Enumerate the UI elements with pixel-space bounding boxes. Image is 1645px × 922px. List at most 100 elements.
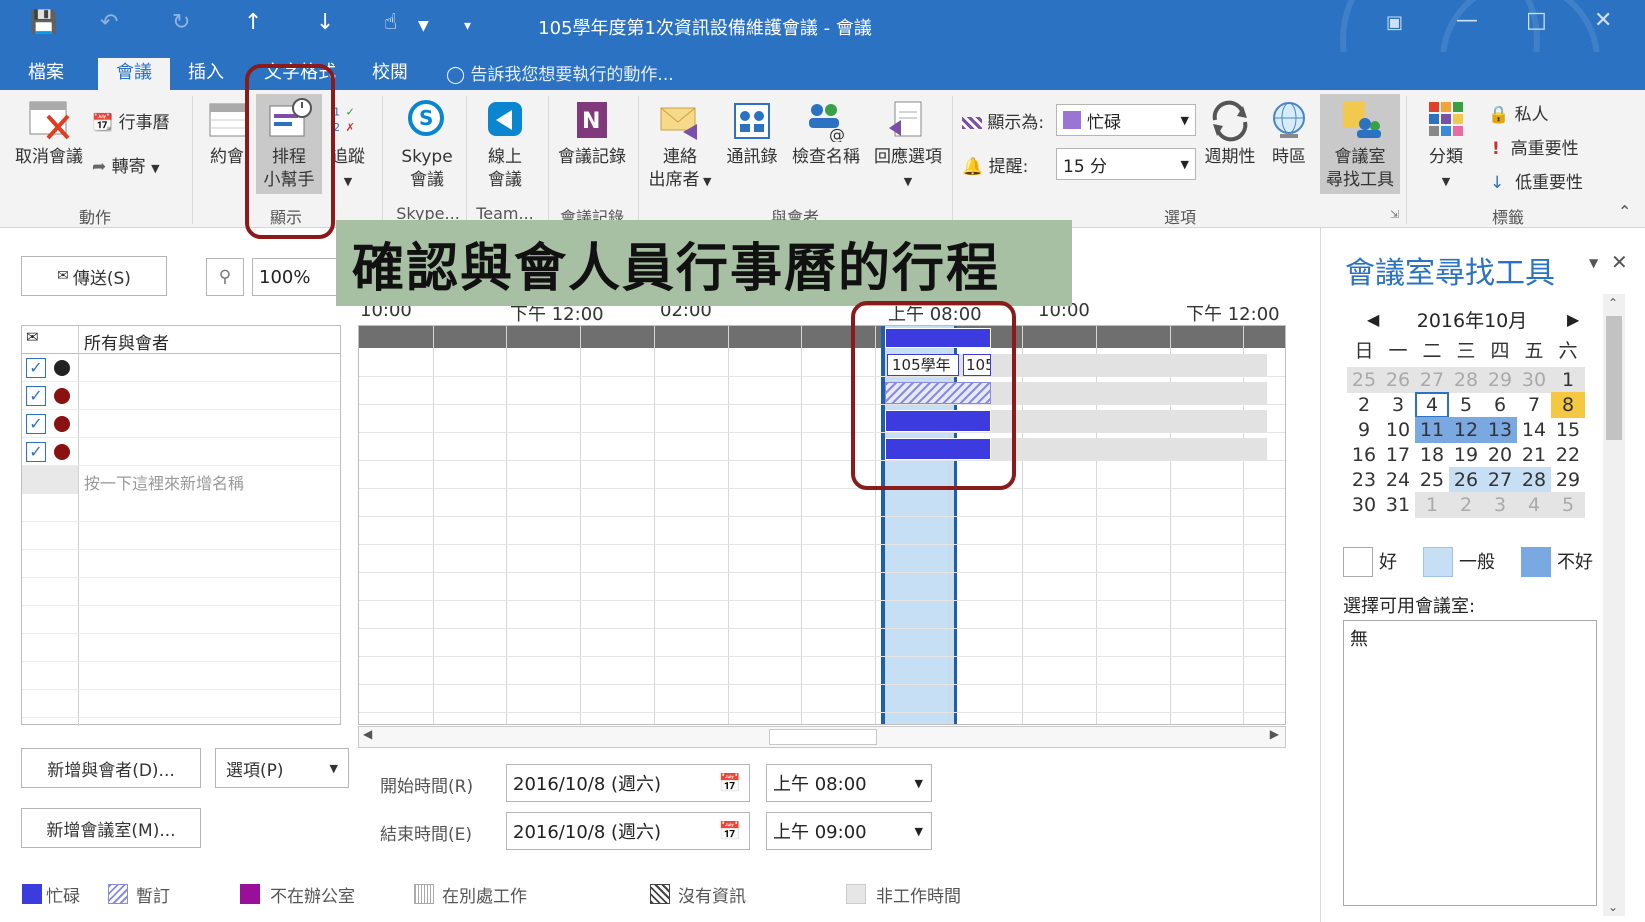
calendar-day[interactable]: 5 <box>1449 392 1483 418</box>
mail-column-icon[interactable]: ✉ <box>26 328 39 346</box>
calendar-day[interactable]: 6 <box>1483 392 1517 418</box>
recurrence-button[interactable]: 週期性 <box>1198 98 1262 169</box>
tab-meeting[interactable]: 會議 <box>98 58 170 90</box>
calendar-day[interactable]: 10 <box>1381 417 1415 443</box>
calendar-day[interactable]: 3 <box>1381 392 1415 418</box>
start-time-dropdown[interactable]: 上午 08:00 ▼ <box>766 764 932 802</box>
scroll-thumb[interactable] <box>769 729 877 745</box>
required-attendee-icon[interactable] <box>54 416 70 432</box>
timezone-button[interactable]: 時區 <box>1262 98 1316 169</box>
skype-meeting-button[interactable]: S Skype 會議 <box>392 98 462 192</box>
calendar-day[interactable]: 8 <box>1551 392 1585 418</box>
private-button[interactable]: 🔒 私人 <box>1488 100 1549 125</box>
calendar-day[interactable]: 4 <box>1517 492 1551 518</box>
add-room-button[interactable]: 新增會議室(M)... <box>21 808 201 848</box>
tab-review[interactable]: 校閱 <box>360 58 420 90</box>
calendar-day[interactable]: 23 <box>1347 467 1381 493</box>
calendar-day[interactable]: 1 <box>1551 367 1585 393</box>
tab-insert[interactable]: 插入 <box>176 58 236 90</box>
calendar-day[interactable]: 20 <box>1483 442 1517 468</box>
close-icon[interactable]: ✕ <box>1594 8 1612 33</box>
calendar-day[interactable]: 13 <box>1483 417 1517 443</box>
calendar-day[interactable]: 1 <box>1415 492 1449 518</box>
collapse-ribbon-icon[interactable]: ⌃ <box>1618 202 1631 221</box>
pane-scroll-thumb[interactable] <box>1606 316 1622 440</box>
calendar-day[interactable]: 25 <box>1347 367 1381 393</box>
calendar-day[interactable]: 2 <box>1449 492 1483 518</box>
close-pane-icon[interactable]: ✕ <box>1611 250 1628 274</box>
calendar-day[interactable]: 24 <box>1381 467 1415 493</box>
end-date-field[interactable]: 2016/10/8 (週六) 📅 <box>506 812 750 850</box>
high-importance-button[interactable]: ! 高重要性 <box>1492 134 1579 159</box>
calendar-day[interactable]: 16 <box>1347 442 1381 468</box>
attendee-checkbox[interactable]: ✓ <box>26 414 46 434</box>
pane-scrollbar[interactable]: ⌃ ⌄ <box>1603 294 1625 916</box>
maximize-icon[interactable]: □ <box>1526 8 1547 33</box>
send-button[interactable]: ✉ 傳送(S) <box>21 256 167 296</box>
scroll-up-icon[interactable]: ⌃ <box>1608 296 1618 310</box>
calendar-day[interactable]: 30 <box>1517 367 1551 393</box>
pane-menu-icon[interactable]: ▼ <box>1589 256 1598 270</box>
ribbon-display-icon[interactable]: ▣ <box>1386 12 1403 33</box>
calendar-day[interactable]: 21 <box>1517 442 1551 468</box>
calendar-day[interactable]: 7 <box>1517 392 1551 418</box>
add-name-hint[interactable]: 按一下這裡來新增名稱 <box>84 470 244 494</box>
calendar-day[interactable]: 9 <box>1347 417 1381 443</box>
horizontal-scrollbar[interactable]: ◀ ▶ <box>358 726 1286 748</box>
online-meeting-button[interactable]: 線上 會議 <box>470 98 540 192</box>
show-as-dropdown[interactable]: 忙碌 ▼ <box>1056 104 1196 136</box>
address-book-button[interactable]: 通訊錄 <box>720 98 784 169</box>
required-attendee-icon[interactable] <box>54 388 70 404</box>
scroll-down-icon[interactable]: ⌄ <box>1608 900 1618 914</box>
calendar-day[interactable]: 5 <box>1551 492 1585 518</box>
calendar-day[interactable]: 29 <box>1483 367 1517 393</box>
response-options-button[interactable]: 回應選項 ▼ <box>866 98 950 193</box>
scroll-left-icon[interactable]: ◀ <box>363 727 372 741</box>
calendar-day[interactable]: 31 <box>1381 492 1415 518</box>
zoom-dropdown[interactable]: 100% <box>252 258 342 296</box>
calendar-day[interactable]: 17 <box>1381 442 1415 468</box>
calendar-picker-icon[interactable]: 📅 <box>719 773 741 794</box>
calendar-picker-icon[interactable]: 📅 <box>719 821 741 842</box>
cancel-meeting-button[interactable]: 取消會議 <box>6 98 92 169</box>
calendar-day[interactable]: 22 <box>1551 442 1585 468</box>
categorize-button[interactable]: 分類 ▼ <box>1410 98 1482 193</box>
tell-me-box[interactable]: ◯ 告訴我您想要執行的動作... <box>446 60 674 85</box>
next-month-icon[interactable]: ▶ <box>1567 310 1579 329</box>
attendee-row[interactable]: ✓ <box>22 410 340 438</box>
attendee-checkbox[interactable]: ✓ <box>26 358 46 378</box>
attendee-row[interactable]: ✓ <box>22 354 340 382</box>
reminder-dropdown[interactable]: 15 分 ▼ <box>1056 148 1196 180</box>
attendee-checkbox[interactable]: ✓ <box>26 442 46 462</box>
attendee-row[interactable]: ✓ <box>22 438 340 466</box>
minimize-icon[interactable]: — <box>1456 8 1478 33</box>
calendar-day[interactable]: 18 <box>1415 442 1449 468</box>
required-attendee-icon[interactable] <box>54 444 70 460</box>
attendee-checkbox[interactable]: ✓ <box>26 386 46 406</box>
attendee-row[interactable]: ✓ <box>22 382 340 410</box>
calendar-day[interactable]: 28 <box>1449 367 1483 393</box>
calendar-day[interactable]: 12 <box>1449 417 1483 443</box>
calendar-day[interactable]: 19 <box>1449 442 1483 468</box>
end-time-dropdown[interactable]: 上午 09:00 ▼ <box>766 812 932 850</box>
calendar-day[interactable]: 27 <box>1415 367 1449 393</box>
start-date-field[interactable]: 2016/10/8 (週六) 📅 <box>506 764 750 802</box>
calendar-day[interactable]: 15 <box>1551 417 1585 443</box>
calendar-day[interactable]: 29 <box>1551 467 1585 493</box>
calendar-day[interactable]: 25 <box>1415 467 1449 493</box>
low-importance-button[interactable]: ↓ 低重要性 <box>1490 168 1583 193</box>
calendar-day[interactable]: 14 <box>1517 417 1551 443</box>
calendar-day[interactable]: 28 <box>1517 467 1551 493</box>
check-names-button[interactable]: @ 檢查名稱 <box>784 98 868 169</box>
calendar-day[interactable]: 30 <box>1347 492 1381 518</box>
forward-button[interactable]: ➦ 轉寄 ▼ <box>92 152 160 177</box>
calendar-day[interactable]: 26 <box>1449 467 1483 493</box>
calendar-day[interactable]: 4 <box>1415 392 1449 418</box>
calendar-day[interactable]: 26 <box>1381 367 1415 393</box>
available-rooms-list[interactable]: 無 <box>1343 620 1597 906</box>
calendar-day[interactable]: 3 <box>1483 492 1517 518</box>
tab-file[interactable]: 檔案 <box>16 58 76 90</box>
calendar-day[interactable]: 27 <box>1483 467 1517 493</box>
organizer-icon[interactable] <box>54 360 70 376</box>
add-attendees-button[interactable]: 新增與會者(D)... <box>21 748 201 788</box>
